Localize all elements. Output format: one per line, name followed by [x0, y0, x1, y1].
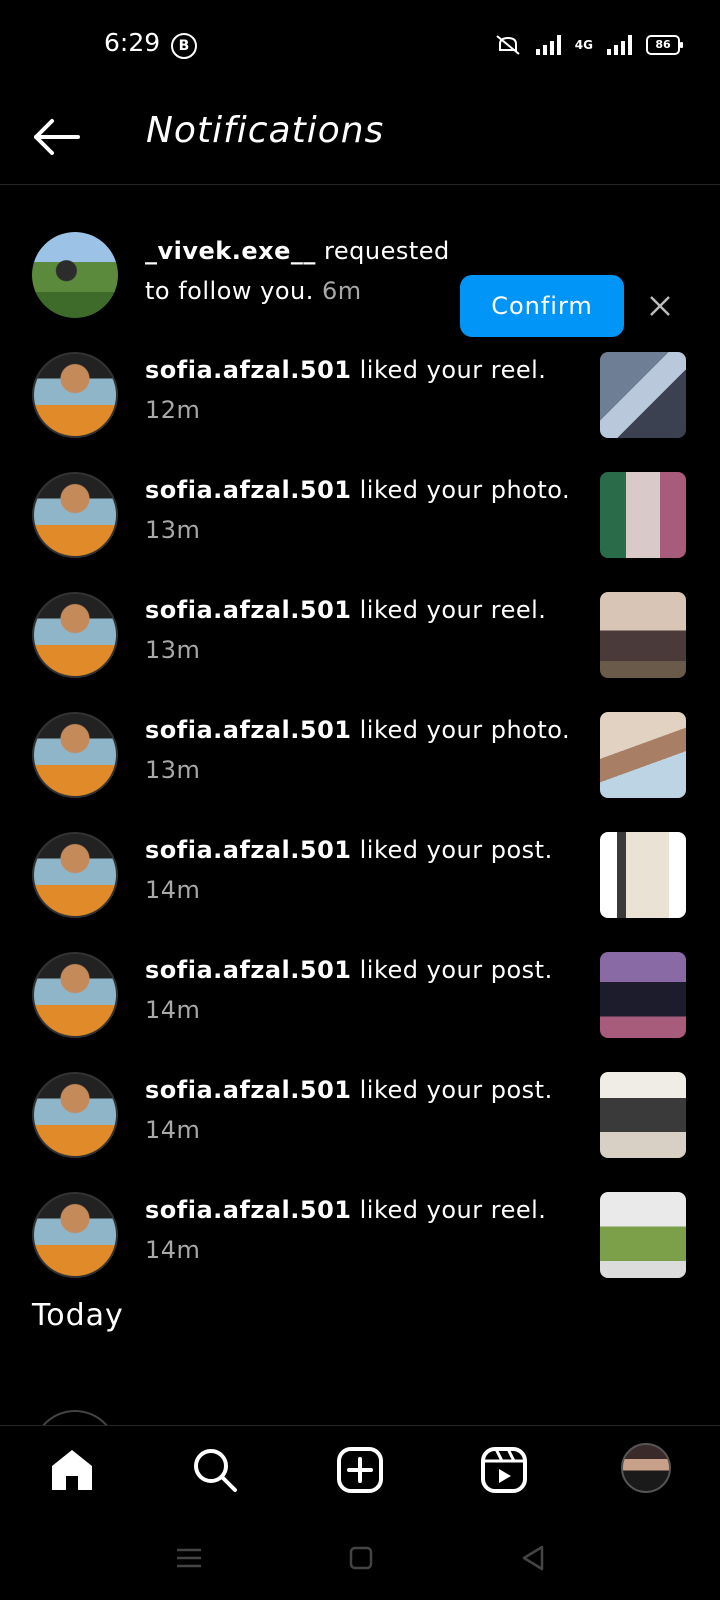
- username[interactable]: sofia.afzal.501: [145, 716, 352, 744]
- avatar[interactable]: [32, 832, 118, 918]
- header: Notifications: [0, 90, 720, 185]
- home-icon[interactable]: [46, 1444, 98, 1496]
- home-button-icon[interactable]: [346, 1543, 376, 1573]
- page-title: Notifications: [146, 110, 385, 151]
- notification-item[interactable]: sofia.afzal.501 liked your reel. 13m: [0, 575, 720, 695]
- post-thumbnail[interactable]: [600, 712, 686, 798]
- username[interactable]: _vivek.exe__: [145, 237, 316, 265]
- notification-time: 14m: [145, 1116, 201, 1144]
- notification-time: 6m: [322, 277, 362, 305]
- post-thumbnail[interactable]: [600, 952, 686, 1038]
- notification-time: 12m: [145, 396, 201, 424]
- confirm-button[interactable]: Confirm: [460, 275, 624, 337]
- notification-item[interactable]: sofia.afzal.501 liked your reel. 12m: [0, 335, 720, 455]
- notification-time: 13m: [145, 636, 201, 664]
- avatar[interactable]: [32, 1192, 118, 1278]
- notification-item[interactable]: sofia.afzal.501 liked your reel. 14m: [0, 1175, 720, 1295]
- notification-time: 13m: [145, 756, 201, 784]
- avatar[interactable]: [32, 592, 118, 678]
- avatar[interactable]: [32, 712, 118, 798]
- notification-time: 13m: [145, 516, 201, 544]
- search-icon[interactable]: [189, 1444, 241, 1496]
- username[interactable]: sofia.afzal.501: [145, 1196, 352, 1224]
- status-bar: 6:29 B 4G 86: [0, 0, 720, 90]
- username[interactable]: sofia.afzal.501: [145, 596, 352, 624]
- signal-icon: [535, 35, 561, 55]
- username[interactable]: sofia.afzal.501: [145, 836, 352, 864]
- avatar[interactable]: [32, 1072, 118, 1158]
- follow-request-row[interactable]: _vivek.exe__ requested to follow you. 6m…: [0, 215, 720, 337]
- notification-list[interactable]: _vivek.exe__ requested to follow you. 6m…: [0, 185, 720, 1425]
- post-thumbnail[interactable]: [600, 352, 686, 438]
- username[interactable]: sofia.afzal.501: [145, 476, 352, 504]
- notification-item[interactable]: sofia.afzal.501 liked your photo. 13m: [0, 695, 720, 815]
- battery-icon: 86: [646, 35, 683, 55]
- close-icon[interactable]: [645, 285, 675, 325]
- notification-item[interactable]: sofia.afzal.501 liked your post. 14m: [0, 935, 720, 1055]
- back-button-icon[interactable]: [518, 1543, 548, 1573]
- reels-icon[interactable]: [478, 1444, 530, 1496]
- username[interactable]: sofia.afzal.501: [145, 356, 352, 384]
- post-thumbnail[interactable]: [600, 1192, 686, 1278]
- bottom-tab-bar: [0, 1425, 720, 1516]
- avatar[interactable]: [32, 472, 118, 558]
- menu-icon[interactable]: [174, 1543, 204, 1573]
- post-thumbnail[interactable]: [600, 832, 686, 918]
- username[interactable]: sofia.afzal.501: [145, 956, 352, 984]
- signal-icon-2: [607, 35, 632, 55]
- network-type: 4G: [574, 38, 593, 52]
- status-icons: 4G 86: [494, 34, 683, 56]
- notification-time: 14m: [145, 1236, 201, 1264]
- post-thumbnail[interactable]: [600, 592, 686, 678]
- system-nav-bar: [0, 1515, 720, 1600]
- avatar[interactable]: [32, 232, 118, 318]
- back-arrow-icon[interactable]: [32, 112, 82, 162]
- notification-item[interactable]: sofia.afzal.501 liked your post. 14m: [0, 1055, 720, 1175]
- notification-time: 14m: [145, 876, 201, 904]
- notification-item[interactable]: sofia.afzal.501 liked your post. 14m: [0, 815, 720, 935]
- post-thumbnail[interactable]: [600, 1072, 686, 1158]
- avatar[interactable]: [32, 1410, 118, 1425]
- mute-icon: [496, 35, 520, 55]
- create-icon[interactable]: [334, 1444, 386, 1496]
- avatar[interactable]: [32, 352, 118, 438]
- status-b-icon: B: [171, 33, 197, 59]
- avatar[interactable]: [32, 952, 118, 1038]
- status-time: 6:29: [104, 28, 161, 57]
- section-heading-today: Today: [32, 1298, 124, 1333]
- post-thumbnail[interactable]: [600, 472, 686, 558]
- notification-time: 14m: [145, 996, 201, 1024]
- notification-item[interactable]: sofia.afzal.501 liked your photo. 13m: [0, 455, 720, 575]
- profile-avatar[interactable]: [621, 1443, 671, 1493]
- username[interactable]: sofia.afzal.501: [145, 1076, 352, 1104]
- follow-request-text: _vivek.exe__ requested to follow you. 6m: [145, 237, 450, 305]
